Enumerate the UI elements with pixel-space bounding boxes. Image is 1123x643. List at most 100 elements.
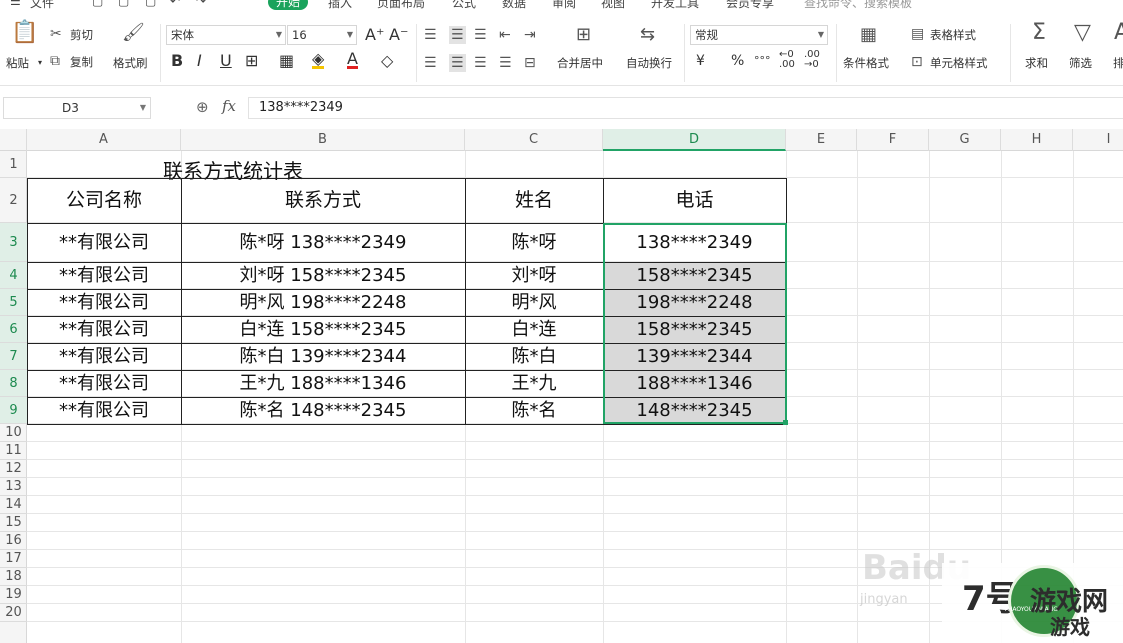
header-cell-b[interactable]: 联系方式 [181, 178, 465, 223]
cell-b3[interactable]: 陈*呀 138****2349 [181, 223, 465, 262]
format-painter-button[interactable]: 格式刷 [113, 56, 148, 70]
cell-a8[interactable]: **有限公司 [27, 370, 181, 397]
row-header-10[interactable]: 10 [0, 424, 27, 442]
wrap-text-icon[interactable]: ⇆ [640, 26, 655, 44]
cell-a3[interactable]: **有限公司 [27, 223, 181, 262]
cell-style-icon[interactable]: ⊡ [911, 55, 923, 69]
cell-b4[interactable]: 刘*呀 158****2345 [181, 262, 465, 289]
indent-decrease-icon[interactable]: ⇤ [499, 28, 511, 42]
paste-button[interactable]: 粘贴 [6, 56, 29, 70]
row-header-16[interactable]: 16 [0, 532, 27, 550]
table-style-button[interactable]: 表格样式 [930, 28, 976, 42]
cell-b5[interactable]: 明*风 198****2248 [181, 289, 465, 316]
column-header-g[interactable]: G [929, 129, 1001, 151]
column-header-h[interactable]: H [1001, 129, 1073, 151]
font-shrink-icon[interactable]: A⁻ [389, 26, 408, 44]
conditional-format-icon[interactable]: ▦ [860, 26, 877, 44]
align-right-icon[interactable]: ☰ [474, 56, 487, 70]
distributed-icon[interactable]: ⊟ [524, 56, 536, 70]
cell-b8[interactable]: 王*九 188****1346 [181, 370, 465, 397]
header-cell-a[interactable]: 公司名称 [27, 178, 181, 223]
align-left-icon[interactable]: ☰ [424, 56, 437, 70]
row-header-12[interactable]: 12 [0, 460, 27, 478]
table-style-icon[interactable]: ▤ [911, 27, 924, 41]
save-icon[interactable]: ▢ [92, 0, 103, 8]
paste-icon[interactable]: 📋 [11, 22, 38, 44]
select-all-corner[interactable] [0, 129, 27, 151]
copy-icon[interactable]: ⧉ [50, 54, 60, 68]
row-header-7[interactable]: 7 [0, 343, 27, 370]
filter-button[interactable]: 筛选 [1069, 56, 1092, 70]
italic-icon[interactable]: I [197, 52, 202, 70]
row-header-18[interactable]: 18 [0, 568, 27, 586]
worksheet-grid[interactable]: A B C D E F G H I 1 2 3 4 5 6 7 8 9 10 11 12 13 14 15 1… [0, 129, 1123, 643]
cell-c4[interactable]: 刘*呀 [465, 262, 603, 289]
cell-style-button[interactable]: 单元格样式 [930, 56, 988, 70]
align-middle-icon[interactable]: ☰ [449, 26, 466, 44]
indent-increase-icon[interactable]: ⇥ [524, 28, 536, 42]
tab-data[interactable]: 数据 [502, 0, 526, 10]
fill-pattern-icon[interactable]: ▦ [279, 52, 294, 70]
zoom-icon[interactable]: ⊕ [196, 98, 209, 116]
bold-icon[interactable]: B [171, 52, 183, 70]
name-box[interactable]: D3 ▼ [3, 97, 151, 119]
border-icon[interactable]: ⊞ [245, 52, 258, 70]
cell-b6[interactable]: 白*连 158****2345 [181, 316, 465, 343]
column-header-c[interactable]: C [465, 129, 603, 151]
column-header-i[interactable]: I [1073, 129, 1123, 151]
redo-icon[interactable]: ↷ [196, 0, 206, 8]
row-header-20[interactable]: 20 [0, 604, 27, 622]
sort-button[interactable]: 排 [1113, 56, 1123, 70]
cell-c5[interactable]: 明*风 [465, 289, 603, 316]
print-icon[interactable]: ▢ [118, 0, 129, 8]
font-color-icon[interactable]: A [347, 51, 358, 69]
row-header-4[interactable]: 4 [0, 262, 27, 289]
underline-icon[interactable]: U [220, 52, 232, 70]
tab-developer[interactable]: 开发工具 [651, 0, 699, 10]
tab-view[interactable]: 视图 [601, 0, 625, 10]
cell-b7[interactable]: 陈*白 139****2344 [181, 343, 465, 370]
fill-handle[interactable] [783, 420, 788, 425]
row-header-8[interactable]: 8 [0, 370, 27, 397]
cell-a4[interactable]: **有限公司 [27, 262, 181, 289]
font-grow-icon[interactable]: A⁺ [365, 26, 384, 44]
auto-wrap-button[interactable]: 自动换行 [626, 56, 672, 70]
cell-a7[interactable]: **有限公司 [27, 343, 181, 370]
sum-button[interactable]: 求和 [1025, 56, 1048, 70]
cell-c6[interactable]: 白*连 [465, 316, 603, 343]
undo-icon[interactable]: ↶ [170, 0, 180, 8]
header-cell-c[interactable]: 姓名 [465, 178, 603, 223]
font-name-select[interactable]: 宋体 ▼ [166, 25, 286, 45]
font-size-select[interactable]: 16 ▼ [287, 25, 357, 45]
cell-c9[interactable]: 陈*名 [465, 397, 603, 424]
row-header-3[interactable]: 3 [0, 223, 27, 262]
selection-range[interactable] [603, 223, 787, 424]
column-header-b[interactable]: B [181, 129, 465, 151]
justify-icon[interactable]: ☰ [499, 56, 512, 70]
formula-input[interactable]: 138****2349 [248, 97, 1123, 119]
decimal-decrease-icon[interactable]: .00 →0 [804, 50, 820, 70]
row-header-14[interactable]: 14 [0, 496, 27, 514]
tab-home[interactable]: 开始 [268, 0, 309, 10]
header-cell-d[interactable]: 电话 [603, 178, 786, 223]
cell-c7[interactable]: 陈*白 [465, 343, 603, 370]
row-header-19[interactable]: 19 [0, 586, 27, 604]
command-search[interactable]: 查找命令、搜索模板 [804, 0, 912, 10]
column-header-f[interactable]: F [857, 129, 929, 151]
column-header-e[interactable]: E [786, 129, 857, 151]
cell-a9[interactable]: **有限公司 [27, 397, 181, 424]
row-header-6[interactable]: 6 [0, 316, 27, 343]
merge-center-icon[interactable]: ⊞ [576, 26, 591, 44]
tab-file[interactable]: 文件 [30, 0, 54, 10]
column-header-a[interactable]: A [27, 129, 181, 151]
tab-formulas[interactable]: 公式 [452, 0, 476, 10]
sort-icon[interactable]: A [1114, 22, 1123, 44]
row-header-15[interactable]: 15 [0, 514, 27, 532]
cell-a6[interactable]: **有限公司 [27, 316, 181, 343]
cell-c8[interactable]: 王*九 [465, 370, 603, 397]
row-header-11[interactable]: 11 [0, 442, 27, 460]
thousands-icon[interactable]: °°° [754, 52, 771, 70]
copy-button[interactable]: 复制 [70, 55, 93, 69]
menu-icon[interactable]: ☰ [10, 0, 21, 8]
function-icon[interactable]: fx [222, 97, 236, 115]
